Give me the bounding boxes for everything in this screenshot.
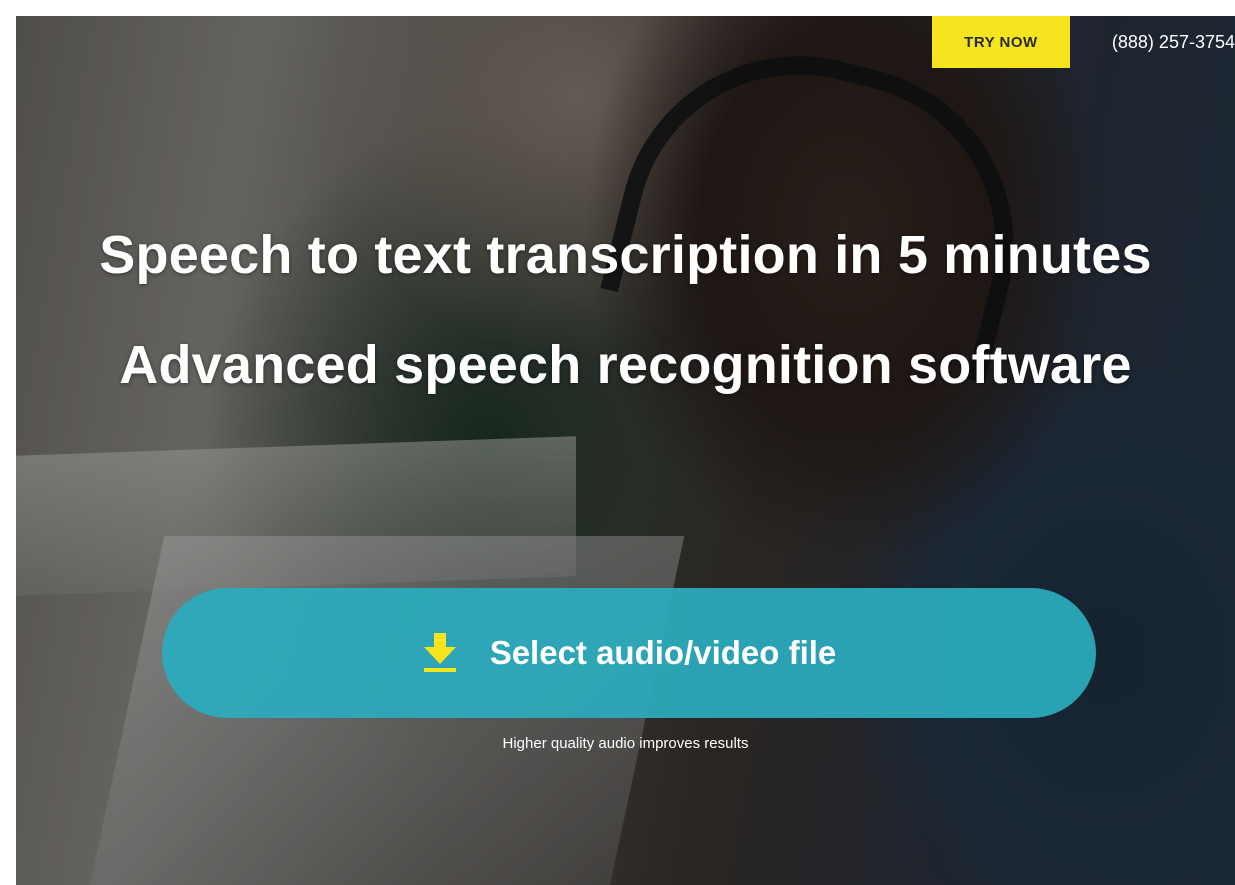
- hero-subheadline: Advanced speech recognition software: [119, 335, 1132, 395]
- select-file-label: Select audio/video file: [489, 634, 837, 671]
- download-icon: [422, 633, 458, 673]
- hero-section: TRY NOW (888) 257-3754 Speech to text tr…: [16, 16, 1235, 885]
- phone-number-link[interactable]: (888) 257-3754: [1112, 32, 1235, 53]
- top-bar: TRY NOW (888) 257-3754: [931, 16, 1235, 68]
- audio-quality-hint: Higher quality audio improves results: [502, 735, 749, 752]
- try-now-button[interactable]: TRY NOW: [931, 16, 1070, 68]
- hero-headline: Speech to text transcription in 5 minute…: [99, 225, 1152, 285]
- hero-background-photo: [16, 16, 1235, 885]
- background-overlay: [16, 16, 1235, 885]
- select-file-button[interactable]: Select audio/video file: [162, 588, 1096, 718]
